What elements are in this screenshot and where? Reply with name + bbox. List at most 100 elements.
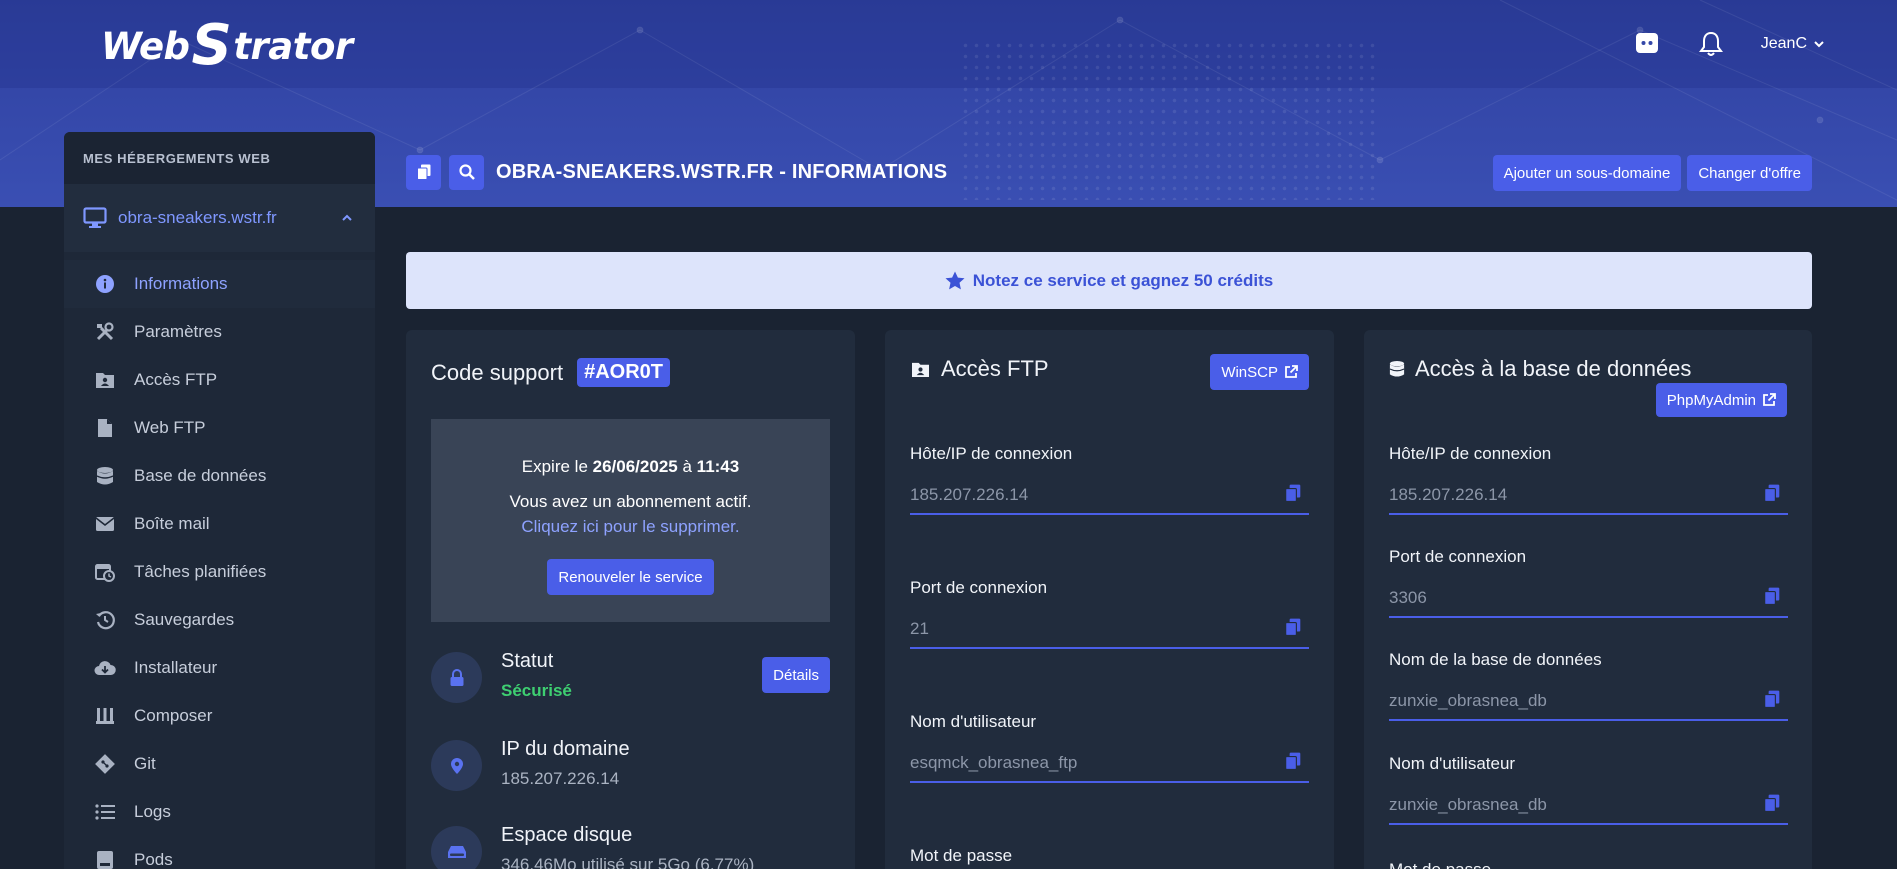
user-menu[interactable]: JeanC bbox=[1761, 35, 1825, 53]
logo-text-web: Web bbox=[101, 24, 190, 68]
sidebar-item-acces-ftp[interactable]: Accès FTP bbox=[64, 356, 375, 404]
top-actions: JeanC bbox=[1633, 28, 1825, 60]
ftp-port-input[interactable]: 21 bbox=[910, 611, 1309, 649]
copy-icon[interactable] bbox=[1285, 752, 1301, 775]
ftp-username-value: esqmck_obrasnea_ftp bbox=[910, 753, 1078, 772]
sidebar-item-installateur[interactable]: Installateur bbox=[64, 644, 375, 692]
db-username-input[interactable]: zunxie_obrasnea_db bbox=[1389, 787, 1788, 825]
notice-text: Notez ce service et gagnez 50 crédits bbox=[972, 270, 1274, 290]
ftp-password-label: Mot de passe bbox=[910, 846, 1013, 865]
ftp-port-field: Port de connexion 21 bbox=[910, 578, 1309, 649]
sidebar-item-parametres[interactable]: Paramètres bbox=[64, 308, 375, 356]
sidebar-item-informations[interactable]: Informations bbox=[64, 260, 375, 308]
external-link-icon bbox=[1763, 393, 1776, 406]
ftp-username-input[interactable]: esqmck_obrasnea_ftp bbox=[910, 745, 1309, 783]
sidebar-item-label: Accès FTP bbox=[134, 370, 218, 389]
sidebar-item-label: Tâches planifiées bbox=[134, 562, 267, 581]
details-button[interactable]: Détails bbox=[762, 657, 830, 693]
copy-icon bbox=[416, 164, 430, 180]
header-actions: Ajouter un sous-domaine Changer d'offre bbox=[1492, 155, 1812, 191]
sidebar-item-label: Sauvegardes bbox=[134, 610, 235, 629]
expiry-mid: à bbox=[682, 457, 692, 476]
sidebar-item-taches-planifiees[interactable]: Tâches planifiées bbox=[64, 548, 375, 596]
copy-icon[interactable] bbox=[1764, 690, 1780, 713]
sidebar-item-label: Informations bbox=[134, 274, 228, 293]
db-name-value: zunxie_obrasnea_db bbox=[1389, 691, 1547, 710]
chevron-down-icon bbox=[1814, 41, 1824, 48]
copy-icon[interactable] bbox=[1764, 794, 1780, 817]
expiry-line: Expire le 26/06/2025 à 11:43 bbox=[431, 457, 830, 477]
phpmyadmin-button[interactable]: PhpMyAdmin bbox=[1655, 383, 1787, 417]
db-port-field: Port de connexion 3306 bbox=[1389, 547, 1788, 618]
copy-icon[interactable] bbox=[1285, 484, 1301, 507]
sidebar-item-label: Pods bbox=[134, 850, 173, 869]
renew-service-button[interactable]: Renouveler le service bbox=[547, 559, 714, 595]
sidebar-item-sauvegardes[interactable]: Sauvegardes bbox=[64, 596, 375, 644]
sidebar-host-toggle[interactable]: obra-sneakers.wstr.fr bbox=[64, 184, 375, 252]
winscp-button[interactable]: WinSCP bbox=[1210, 354, 1309, 390]
webstrator-logo[interactable]: Web S trator bbox=[101, 18, 353, 74]
ftp-port-value: 21 bbox=[910, 619, 929, 638]
copy-icon[interactable] bbox=[1764, 587, 1780, 610]
sidebar-item-pods[interactable]: Pods bbox=[64, 836, 375, 869]
pod-icon bbox=[94, 849, 116, 869]
git-icon bbox=[94, 753, 116, 775]
bell-icon[interactable] bbox=[1697, 30, 1725, 58]
db-username-value: zunxie_obrasnea_db bbox=[1389, 795, 1547, 814]
add-subdomain-button[interactable]: Ajouter un sous-domaine bbox=[1492, 155, 1682, 191]
copy-icon[interactable] bbox=[1764, 484, 1780, 507]
sidebar-item-logs[interactable]: Logs bbox=[64, 788, 375, 836]
db-port-input[interactable]: 3306 bbox=[1389, 580, 1788, 618]
ftp-password-field: Mot de passe bbox=[910, 846, 1309, 866]
sidebar-host-label: obra-sneakers.wstr.fr bbox=[118, 208, 277, 227]
disk-value: 346.46Mo utilisé sur 5Go (6.77%) bbox=[501, 855, 755, 869]
ftp-host-input[interactable]: 185.207.226.14 bbox=[910, 477, 1309, 515]
ftp-username-field: Nom d'utilisateur esqmck_obrasnea_ftp bbox=[910, 712, 1309, 783]
search-icon bbox=[458, 164, 475, 180]
user-name: JeanC bbox=[1760, 35, 1807, 52]
db-title: Accès à la base de données bbox=[1389, 356, 1691, 382]
db-username-field: Nom d'utilisateur zunxie_obrasnea_db bbox=[1389, 754, 1788, 825]
expiry-box: Expire le 26/06/2025 à 11:43 Vous avez u… bbox=[431, 419, 830, 622]
sidebar-item-label: Base de données bbox=[134, 466, 267, 485]
db-name-input[interactable]: zunxie_obrasnea_db bbox=[1389, 683, 1788, 721]
support-card: Code support #AOR0T Expire le 26/06/2025… bbox=[406, 330, 855, 869]
history-icon bbox=[94, 609, 116, 631]
sidebar-item-web-ftp[interactable]: Web FTP bbox=[64, 404, 375, 452]
sidebar-item-boite-mail[interactable]: Boîte mail bbox=[64, 500, 375, 548]
ftp-host-field: Hôte/IP de connexion 185.207.226.14 bbox=[910, 444, 1309, 515]
logo-s: S bbox=[191, 13, 232, 78]
chevron-up-icon bbox=[342, 214, 352, 221]
db-host-label: Hôte/IP de connexion bbox=[1389, 444, 1552, 463]
sidebar-item-composer[interactable]: Composer bbox=[64, 692, 375, 740]
rating-notice[interactable]: Notez ce service et gagnez 50 crédits bbox=[406, 252, 1812, 309]
sidebar-item-base-de-donnees[interactable]: Base de données bbox=[64, 452, 375, 500]
ftp-title-text: Accès FTP bbox=[941, 356, 1049, 381]
sidebar-item-label: Installateur bbox=[134, 658, 218, 677]
ftp-host-value: 185.207.226.14 bbox=[910, 485, 1029, 504]
database-icon bbox=[1389, 361, 1405, 377]
sidebar-item-label: Boîte mail bbox=[134, 514, 210, 533]
sidebar-item-git[interactable]: Git bbox=[64, 740, 375, 788]
search-button[interactable] bbox=[449, 154, 484, 190]
copy-icon[interactable] bbox=[1285, 618, 1301, 641]
list-icon bbox=[94, 801, 116, 823]
disk-label: Espace disque bbox=[501, 824, 633, 846]
lock-icon bbox=[431, 652, 482, 703]
logo-text-trator: trator bbox=[233, 24, 353, 68]
cancel-subscription-link[interactable]: Cliquez ici pour le supprimer. bbox=[431, 517, 830, 537]
tools-icon bbox=[94, 321, 116, 343]
status-value: Sécurisé bbox=[501, 681, 572, 700]
page-header: OBRA-SNEAKERS.WSTR.FR - INFORMATIONS bbox=[406, 154, 947, 190]
db-name-label: Nom de la base de données bbox=[1389, 650, 1602, 669]
sidebar-item-label: Paramètres bbox=[134, 322, 222, 341]
map-pin-icon bbox=[431, 740, 482, 791]
db-host-input[interactable]: 185.207.226.14 bbox=[1389, 477, 1788, 515]
cloud-download-icon bbox=[94, 657, 116, 679]
calendar-clock-icon bbox=[94, 561, 116, 583]
file-icon bbox=[94, 417, 116, 439]
change-offer-button[interactable]: Changer d'offre bbox=[1687, 155, 1812, 191]
discord-icon[interactable] bbox=[1633, 30, 1661, 58]
database-card: Accès à la base de données PhpMyAdmin Hô… bbox=[1364, 330, 1812, 869]
copy-button[interactable] bbox=[406, 154, 441, 190]
